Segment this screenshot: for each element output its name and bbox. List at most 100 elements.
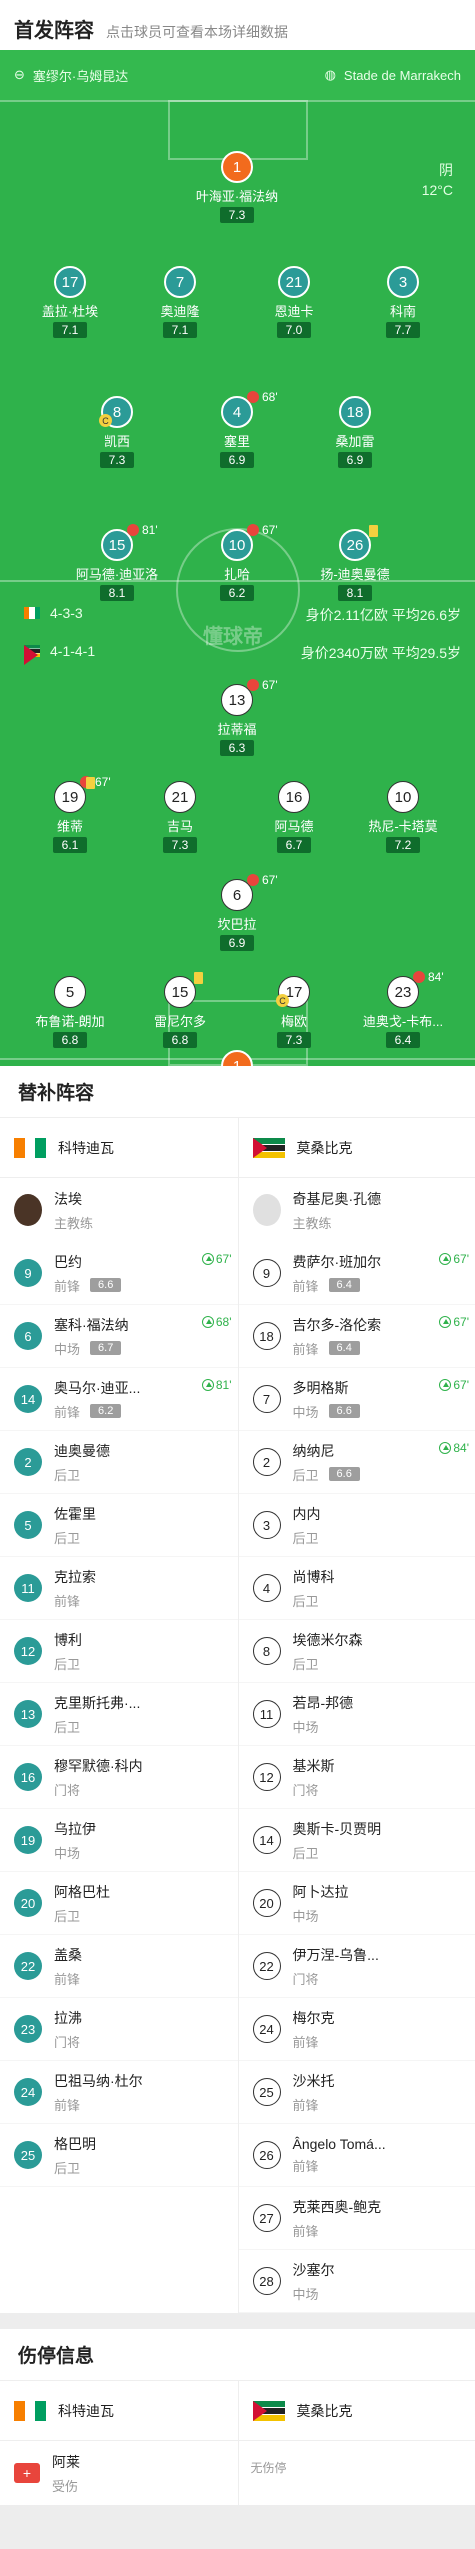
sub-player-row[interactable]: 2 迪奥曼德 后卫: [0, 1431, 238, 1494]
player-15-away[interactable]: 15 雷尼尔多 6.8: [120, 972, 240, 1049]
jersey-number: 1: [221, 151, 253, 183]
sub-on-indicator: 84': [439, 1441, 469, 1455]
jersey-number: 1: [221, 1050, 253, 1066]
away-coach[interactable]: 奇基尼奥·孔德 主教练: [239, 1178, 475, 1242]
sub-player-row[interactable]: 13 克里斯托弗·... 后卫: [0, 1683, 238, 1746]
player-23-away[interactable]: 23 迪奥戈-卡布... 6.4 84': [343, 970, 463, 1049]
moz-flag-icon: [252, 2400, 285, 2421]
lineup-header: 首发阵容 点击球员可查看本场详细数据: [0, 0, 475, 50]
sub-player-row[interactable]: 27 克莱西奥-鲍克 前锋: [238, 2187, 475, 2250]
sub-player-row[interactable]: 11 克拉索 前锋: [0, 1557, 238, 1620]
sub-player-row[interactable]: 24 梅尔克 前锋: [238, 1998, 475, 2061]
player-name: 盖拉·杜埃: [41, 304, 99, 319]
away-subs-column: 莫桑比克 奇基尼奥·孔德 主教练 9 费萨尔·班加尔 前锋 6.4 67' 18 吉尔多-洛伦…: [237, 1118, 475, 2313]
jersey-number: 2: [14, 1448, 42, 1476]
injured-player[interactable]: + 阿莱 受伤: [0, 2441, 238, 2505]
player-name: 拉沸: [54, 2009, 82, 2026]
jersey-number: 28: [252, 2267, 281, 2295]
player-10-away[interactable]: 10 热尼-卡塔莫 7.2: [343, 781, 463, 854]
player-15-home[interactable]: 15 阿马德·迪亚洛 8.1 81': [57, 523, 177, 602]
sub-in-icon: [201, 1316, 214, 1328]
sub-player-row[interactable]: 2 纳纳尼 后卫 6.6 84': [238, 1431, 475, 1494]
stadium-icon: ◍: [324, 67, 336, 82]
player-name: 沙塞尔: [292, 2261, 335, 2278]
player-rating: 6.6: [328, 1467, 360, 1481]
player-10-home[interactable]: 10 扎哈 6.2 67': [177, 523, 297, 602]
sub-player-row[interactable]: 24 巴祖马纳·杜尔 前锋: [0, 2061, 238, 2124]
sub-out-icon: [413, 971, 425, 983]
player-6-away[interactable]: 6 坎巴拉 6.9 67': [177, 873, 297, 952]
sub-player-row[interactable]: 3 内内 后卫: [238, 1494, 475, 1557]
player-1-gk[interactable]: 1埃尔南★8.5: [177, 1050, 297, 1066]
player-13-away[interactable]: 13 拉蒂福 6.3 67': [177, 678, 297, 757]
sub-player-row[interactable]: 5 佐霍里 后卫: [0, 1494, 238, 1557]
player-name: 多明格斯: [292, 1379, 349, 1396]
away-team-header: 莫桑比克: [238, 2381, 475, 2441]
sub-player-row[interactable]: 9 巴约 前锋 6.6 67': [0, 1242, 238, 1305]
sub-player-row[interactable]: 4 尚博科 后卫: [238, 1557, 475, 1620]
jersey-number: 12: [252, 1763, 281, 1791]
player-position: 后卫: [54, 1719, 81, 1735]
sub-player-row[interactable]: 26 Ângelo Tomá... 前锋: [238, 2124, 475, 2187]
player-8-home[interactable]: 8 凯西 7.3 C: [57, 396, 177, 469]
player-rating: 7.3: [99, 452, 135, 468]
player-position: 前锋: [292, 2097, 319, 2113]
player-5-away[interactable]: 5 布鲁诺-朗加 6.8: [10, 976, 130, 1049]
sub-player-row[interactable]: 23 拉沸 门将: [0, 1998, 238, 2061]
sub-player-row[interactable]: 6 塞科·福法纳 中场 6.7 68': [0, 1305, 238, 1368]
sub-player-row[interactable]: 20 阿格巴杜 后卫: [0, 1872, 238, 1935]
sub-player-row[interactable]: 22 伊万涅-乌鲁... 门将: [238, 1935, 475, 1998]
player-rating: 6.4: [385, 1032, 421, 1048]
player-position: 后卫: [292, 1530, 319, 1546]
sub-player-row[interactable]: 25 格巴明 后卫: [0, 2124, 238, 2187]
player-name: 恩迪卡: [274, 304, 314, 319]
sub-on-indicator: 81': [201, 1378, 232, 1392]
player-26-home[interactable]: 26 扬-迪奥曼德 8.1: [295, 525, 415, 602]
sub-player-row[interactable]: 14 奥马尔·迪亚... 前锋 6.2 81': [0, 1368, 238, 1431]
player-19-away[interactable]: 19 维蒂 6.1 67': [10, 775, 130, 854]
sub-player-row[interactable]: 14 奥斯卡-贝贾明 后卫: [238, 1809, 475, 1872]
player-rating: 6.3: [219, 740, 255, 756]
away-team-header: 莫桑比克: [238, 1118, 475, 1178]
sub-player-row[interactable]: 28 沙塞尔 中场: [238, 2250, 475, 2313]
player-17-away[interactable]: 17 梅欧 7.3 C: [234, 976, 354, 1049]
sub-out-icon: [247, 874, 259, 886]
player-rating: 6.4: [328, 1278, 360, 1292]
sub-player-row[interactable]: 19 乌拉伊 中场: [0, 1809, 238, 1872]
sub-player-row[interactable]: 18 吉尔多-洛伦索 前锋 6.4 67': [238, 1305, 475, 1368]
jersey-number: 7: [252, 1385, 281, 1413]
player-17-home[interactable]: 17 盖拉·杜埃 7.1: [10, 266, 130, 339]
player-position: 后卫: [292, 1845, 319, 1861]
player-rating: 7.3: [219, 207, 255, 223]
player-1-gk[interactable]: 1 叶海亚·福法纳 7.3: [177, 151, 297, 224]
subs-title: 替补阵容: [0, 1066, 475, 1118]
sub-player-row[interactable]: 9 费萨尔·班加尔 前锋 6.4 67': [238, 1242, 475, 1305]
sub-player-row[interactable]: 7 多明格斯 中场 6.6 67': [238, 1368, 475, 1431]
player-18-home[interactable]: 18 桑加雷 6.9: [295, 396, 415, 469]
sub-player-row[interactable]: 11 若昂-邦德 中场: [238, 1683, 475, 1746]
player-position: 门将: [292, 1971, 319, 1987]
sub-off-indicator: 67': [80, 775, 111, 789]
player-rating: 6.2: [90, 1404, 122, 1418]
jersey-number: 14: [252, 1826, 281, 1854]
player-3-home[interactable]: 3 科南 7.7: [343, 266, 463, 339]
sub-player-row[interactable]: 25 沙米托 前锋: [238, 2061, 475, 2124]
sub-player-row[interactable]: 12 基米斯 门将: [238, 1746, 475, 1809]
sub-player-row[interactable]: 12 博利 后卫: [0, 1620, 238, 1683]
match-info-bar: ⊖ 塞缪尔·乌姆昆达 ◍ Stade de Marrakech: [0, 50, 475, 100]
watermark: 懂球帝: [203, 626, 263, 648]
no-injuries-text: 无伤停: [250, 2461, 287, 2475]
jersey-number: 23: [14, 2015, 42, 2043]
player-16-away[interactable]: 16 阿马德 6.7: [234, 781, 354, 854]
player-21-home[interactable]: 21 恩迪卡 7.0: [234, 266, 354, 339]
player-4-home[interactable]: 4 塞里 6.9 68': [177, 390, 297, 469]
sub-player-row[interactable]: 8 埃德米尔森 后卫: [238, 1620, 475, 1683]
home-coach[interactable]: 法埃 主教练: [0, 1178, 238, 1242]
sub-player-row[interactable]: 20 阿卜达拉 中场: [238, 1872, 475, 1935]
sub-in-icon: [201, 1379, 214, 1391]
player-7-home[interactable]: 7 奥迪隆 7.1: [120, 266, 240, 339]
sub-player-row[interactable]: 22 盖桑 前锋: [0, 1935, 238, 1998]
page-subtitle: 点击球员可查看本场详细数据: [106, 24, 288, 40]
sub-player-row[interactable]: 16 穆罕默德·科内 门将: [0, 1746, 238, 1809]
player-21-away[interactable]: 21 吉马 7.3: [120, 781, 240, 854]
